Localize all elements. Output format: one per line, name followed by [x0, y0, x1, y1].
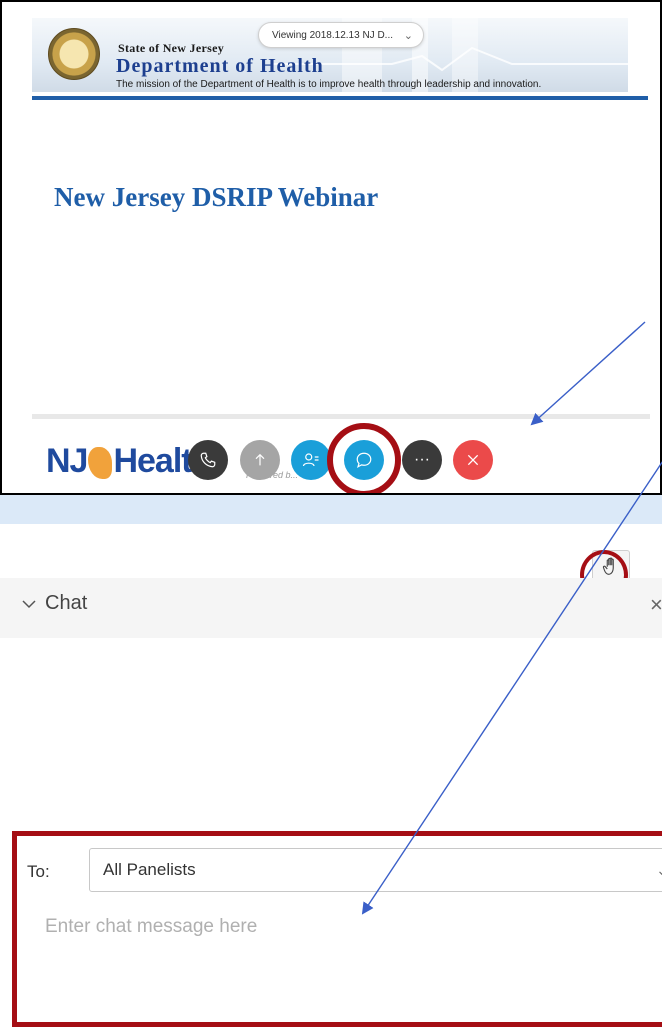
slide-title: New Jersey DSRIP Webinar	[54, 182, 379, 212]
webinar-slide-panel: State of New Jersey Department of Health…	[0, 0, 662, 495]
logo-nj-text: NJ	[46, 442, 88, 480]
chat-button[interactable]	[344, 440, 384, 480]
chat-message-input[interactable]	[43, 906, 647, 948]
chevron-down-icon: ⌄	[656, 849, 662, 891]
chevron-down-icon: ⌄	[403, 30, 413, 42]
recipient-label: To:	[27, 862, 50, 881]
nj-state-shape-icon	[88, 447, 113, 480]
chat-header: Chat ×	[0, 578, 662, 638]
viewing-document-dropdown[interactable]: Viewing 2018.12.13 NJ D... ⌄	[258, 22, 424, 48]
chat-title: Chat	[45, 592, 88, 614]
footer-divider	[32, 414, 650, 419]
nj-health-logo: NJ Health	[46, 442, 212, 481]
department-name-text: Department of Health	[116, 55, 324, 77]
header-divider	[32, 96, 648, 100]
chat-compose-area: To: All Panelists ⌄	[12, 831, 662, 1027]
chat-panel: Chat × To: All Panelists ⌄	[0, 524, 662, 1031]
close-x-icon	[467, 454, 479, 466]
audio-call-button[interactable]	[188, 440, 228, 480]
leave-meeting-button[interactable]	[453, 440, 493, 480]
chevron-down-icon	[22, 599, 36, 608]
raise-hand-icon	[602, 557, 614, 575]
chat-toolbar	[0, 524, 662, 600]
participants-icon	[302, 453, 319, 467]
more-options-button[interactable]: ···	[402, 440, 442, 480]
share-content-button[interactable]	[240, 440, 280, 480]
chat-close-icon[interactable]: ×	[650, 592, 662, 618]
recipient-selected-value: All Panelists	[103, 860, 196, 879]
phone-icon	[200, 452, 216, 468]
chat-collapse-toggle[interactable]: Chat	[22, 592, 87, 615]
participants-button[interactable]	[291, 440, 331, 480]
state-name-text: State of New Jersey	[118, 41, 224, 55]
state-seal-logo	[48, 28, 100, 80]
viewing-document-label: Viewing 2018.12.13 NJ D...	[272, 30, 394, 41]
share-upload-icon	[255, 453, 265, 466]
mission-statement: The mission of the Department of Health …	[116, 79, 542, 90]
recipient-select[interactable]: All Panelists ⌄	[89, 848, 662, 892]
chat-bubble-icon	[356, 452, 372, 468]
